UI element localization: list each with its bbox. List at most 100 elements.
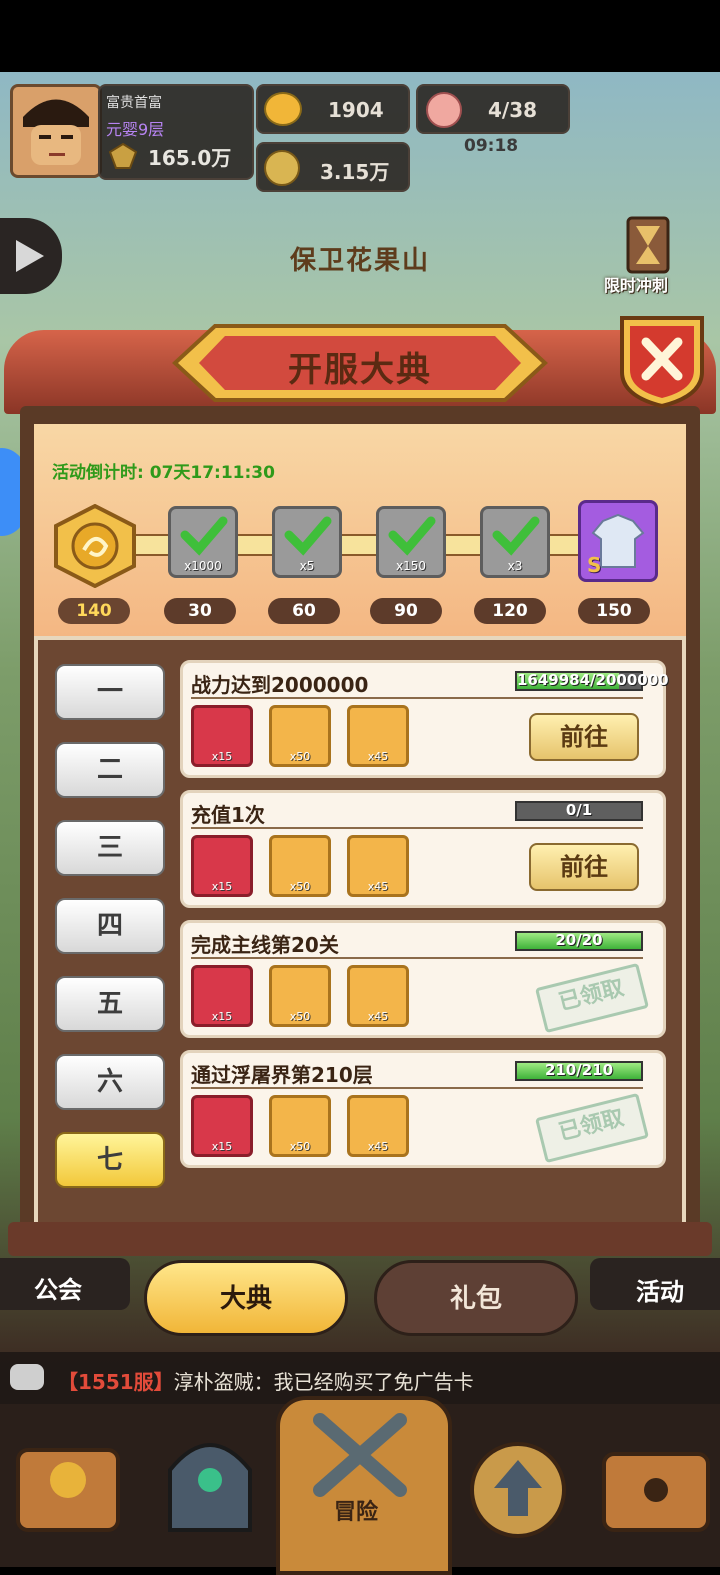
reward-item[interactable]: x45 — [347, 705, 409, 767]
close-button[interactable] — [616, 312, 708, 410]
nav-adventure[interactable]: 冒险 — [276, 1396, 452, 1575]
divider — [191, 697, 643, 699]
coin-resource[interactable]: 3.15万 — [256, 142, 410, 192]
task-progress: 0/1 — [565, 801, 593, 819]
coin-count: 3.15万 — [320, 160, 390, 184]
divider — [191, 827, 643, 829]
reward-item[interactable]: x45 — [347, 1095, 409, 1157]
reward-count: x15 — [211, 1140, 233, 1153]
tab-day-6[interactable]: 六 — [55, 1054, 165, 1110]
milestone-count: x150 — [395, 559, 426, 573]
nav-upgrade[interactable] — [458, 1420, 578, 1550]
nav-adventure-label: 冒险 — [334, 1500, 379, 1525]
reward-count: x45 — [367, 880, 389, 893]
task-progress: 1649984/2000000 — [517, 671, 669, 689]
chat-server: 【1551服】 — [58, 1370, 174, 1394]
milestone-count: x3 — [507, 559, 523, 573]
claimed-stamp: 已领取 — [535, 962, 649, 1034]
reward-item[interactable]: x50 — [269, 1095, 331, 1157]
reward-item[interactable]: x45 — [347, 965, 409, 1027]
player-avatar[interactable] — [10, 84, 102, 178]
task-card-1: 战力达到2000000 1649984/2000000 x15 x50 x45 … — [180, 660, 669, 778]
nav-treasure[interactable] — [596, 1420, 716, 1550]
stage-title: 保卫花果山 — [290, 246, 431, 276]
reward-item[interactable]: x50 — [269, 835, 331, 897]
nav-shop[interactable] — [8, 1420, 128, 1550]
tab-day-4[interactable]: 四 — [55, 898, 165, 954]
tab-day-5[interactable]: 五 — [55, 976, 165, 1032]
tab-day-7[interactable]: 七 — [55, 1132, 165, 1188]
reward-item[interactable]: x50 — [269, 965, 331, 1027]
chat-icon[interactable] — [10, 1364, 44, 1390]
milestone-count: x1000 — [184, 559, 222, 573]
grade-badge: S — [587, 553, 602, 577]
reward-item[interactable]: x15 — [191, 1095, 253, 1157]
current-points: 140 — [58, 598, 130, 624]
reward-count: x45 — [367, 1140, 389, 1153]
reward-item[interactable]: x15 — [191, 835, 253, 897]
stamina-resource[interactable]: 4/38 — [416, 84, 570, 134]
task-title: 战力达到2000000 — [191, 673, 369, 697]
tab-day-3[interactable]: 三 — [55, 820, 165, 876]
reward-count: x50 — [289, 750, 311, 763]
power-icon — [106, 142, 140, 170]
task-progress-bar: 0/1 — [515, 801, 643, 821]
milestone-points-5: 150 — [578, 598, 650, 624]
milestone-points-4: 120 — [474, 598, 546, 624]
check-icon — [388, 516, 436, 556]
panel-base — [8, 1222, 712, 1256]
milestone-count: x5 — [299, 559, 315, 573]
play-button[interactable] — [0, 218, 62, 294]
coin-icon — [264, 150, 300, 186]
stamina-timer: 09:18 — [464, 136, 519, 156]
milestone-points-1: 30 — [164, 598, 236, 624]
milestone-reward-3[interactable]: x150 — [376, 506, 446, 578]
chat-content: 淳朴盗贼：我已经购买了免广告卡 — [173, 1370, 474, 1394]
divider — [191, 1087, 643, 1089]
reward-count: x50 — [289, 1010, 311, 1023]
chat-message: 【1551服】淳朴盗贼：我已经购买了免广告卡 — [58, 1366, 474, 1395]
locked-chest-icon — [602, 1452, 710, 1532]
events-label: 活动 — [636, 1278, 684, 1306]
reward-item[interactable]: x50 — [269, 705, 331, 767]
ingot-icon — [264, 92, 302, 126]
status-bar — [0, 0, 720, 72]
events-button[interactable]: 活动 — [590, 1258, 720, 1310]
task-title: 完成主线第20关 — [191, 933, 339, 957]
peach-icon — [426, 92, 462, 128]
claimed-stamp: 已领取 — [535, 1092, 649, 1164]
nav-hero[interactable] — [150, 1420, 270, 1550]
tab-gift-pack[interactable]: 礼包 — [374, 1260, 578, 1336]
reward-count: x45 — [367, 1010, 389, 1023]
reward-item[interactable]: x15 — [191, 705, 253, 767]
go-button[interactable]: 前往 — [529, 713, 639, 761]
milestone-reward-2[interactable]: x5 — [272, 506, 342, 578]
go-button[interactable]: 前往 — [529, 843, 639, 891]
countdown-value: 07天17:11:30 — [149, 463, 275, 483]
points-medal-icon — [50, 503, 140, 589]
guild-button[interactable]: 公会 — [0, 1258, 130, 1310]
task-progress: 210/210 — [544, 1061, 614, 1079]
tab-day-1[interactable]: 一 — [55, 664, 165, 720]
tab-day-2[interactable]: 二 — [55, 742, 165, 798]
milestone-reward-4[interactable]: x3 — [480, 506, 550, 578]
milestone-reward-1[interactable]: x1000 — [168, 506, 238, 578]
task-card-4: 通过浮屠界第210层 210/210 x15 x50 x45 已领取 — [180, 1050, 666, 1168]
check-icon — [284, 516, 332, 556]
task-card-3: 完成主线第20关 20/20 x15 x50 x45 已领取 — [180, 920, 666, 1038]
task-progress-bar: 20/20 — [515, 931, 643, 951]
limited-rush-label: 限时冲刺 — [604, 276, 669, 295]
task-progress-bar: 210/210 — [515, 1061, 643, 1081]
helmet-icon — [168, 1443, 252, 1532]
upgrade-arrow-icon — [470, 1442, 566, 1538]
milestone-reward-5[interactable]: S — [578, 500, 658, 582]
ingot-resource[interactable]: 1904 — [256, 84, 410, 134]
tab-ceremony[interactable]: 大典 — [144, 1260, 348, 1336]
countdown: 活动倒计时: 07天17:11:30 — [52, 458, 275, 483]
divider — [191, 957, 643, 959]
guild-label: 公会 — [34, 1276, 82, 1304]
reward-count: x15 — [211, 750, 233, 763]
reward-item[interactable]: x45 — [347, 835, 409, 897]
milestone-points-3: 90 — [370, 598, 442, 624]
reward-item[interactable]: x15 — [191, 965, 253, 1027]
